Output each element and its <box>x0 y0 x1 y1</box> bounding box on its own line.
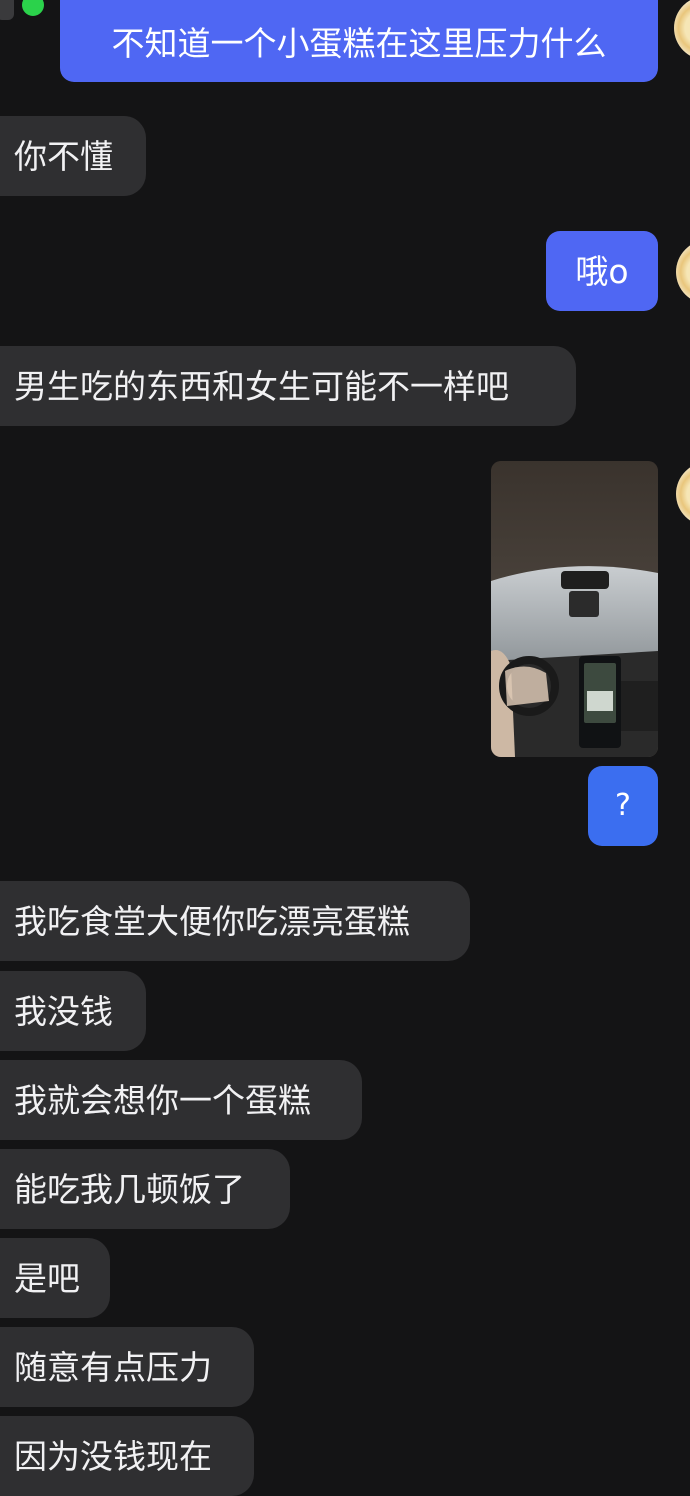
self-avatar[interactable] <box>676 462 690 526</box>
self-avatar[interactable] <box>674 0 690 60</box>
message-bubble-outgoing[interactable]: ? <box>588 766 658 846</box>
message-bubble-incoming[interactable]: 随意有点压力 <box>0 1327 254 1407</box>
message-bubble-incoming[interactable]: 我就会想你一个蛋糕 <box>0 1060 362 1140</box>
message-bubble-incoming[interactable]: 能吃我几顿饭了 <box>0 1149 290 1229</box>
online-status-dot-icon <box>20 0 46 18</box>
message-bubble-incoming[interactable]: 你不懂 <box>0 116 146 196</box>
contact-avatar[interactable] <box>0 0 14 20</box>
message-bubble-incoming[interactable]: 因为没钱现在 <box>0 1416 254 1496</box>
message-bubble-incoming[interactable]: 是吧 <box>0 1238 110 1318</box>
message-bubble-incoming[interactable]: 男生吃的东西和女生可能不一样吧 <box>0 346 576 426</box>
image-message[interactable] <box>491 461 658 757</box>
message-bubble-incoming[interactable]: 我没钱 <box>0 971 146 1051</box>
car-interior-photo-icon <box>491 461 658 757</box>
self-avatar[interactable] <box>676 240 690 304</box>
message-bubble-outgoing[interactable]: 不知道一个小蛋糕在这里压力什么 <box>60 0 658 82</box>
message-bubble-incoming[interactable]: 我吃食堂大便你吃漂亮蛋糕 <box>0 881 470 961</box>
message-bubble-outgoing[interactable]: 哦o <box>546 231 658 311</box>
